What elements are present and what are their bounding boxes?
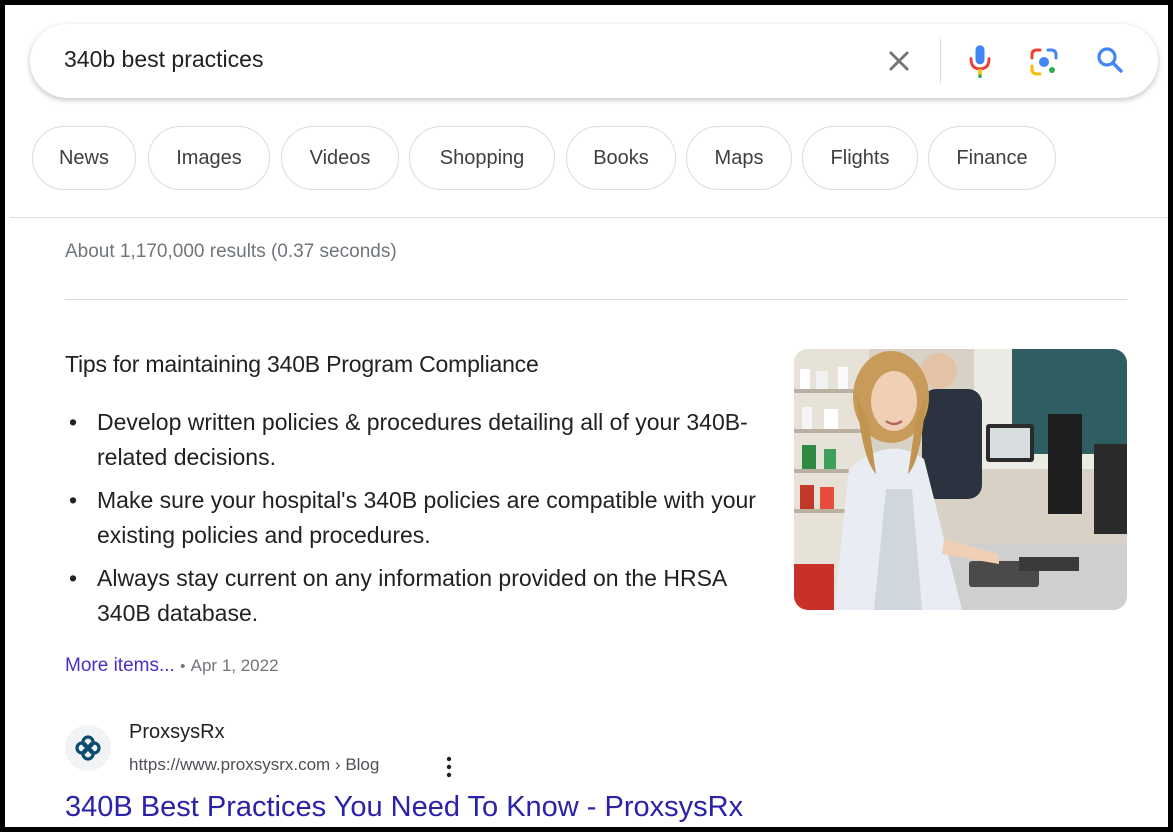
microphone-icon[interactable] [966, 43, 994, 79]
search-input[interactable]: 340b best practices [64, 46, 263, 73]
list-item: • Make sure your hospital's 340B policies… [65, 483, 765, 553]
bullet-text: Always stay current on any information p… [97, 565, 726, 626]
clear-icon[interactable] [885, 47, 913, 75]
featured-snippet-title: Tips for maintaining 340B Program Compli… [65, 351, 539, 377]
search-bar[interactable]: 340b best practices [30, 24, 1158, 98]
bullet-text: Develop written policies & procedures de… [97, 409, 748, 470]
tab-images[interactable]: Images [148, 126, 270, 190]
google-lens-icon[interactable] [1028, 46, 1060, 78]
list-item: • Develop written policies & procedures d… [65, 405, 765, 475]
tab-maps[interactable]: Maps [686, 126, 792, 190]
more-items-row: More items... • Apr 1, 2022 [65, 655, 279, 677]
stats-divider [65, 299, 1127, 300]
tab-shopping[interactable]: Shopping [409, 126, 555, 190]
tab-flights[interactable]: Flights [802, 126, 918, 190]
tab-finance[interactable]: Finance [928, 126, 1056, 190]
separator-dot: • [180, 658, 186, 675]
source-url[interactable]: https://www.proxsysrx.com › Blog [129, 755, 379, 775]
tab-books[interactable]: Books [566, 126, 676, 190]
header-divider [10, 217, 1168, 218]
results-stats: About 1,170,000 results (0.37 seconds) [65, 241, 397, 262]
result-title-link[interactable]: 340B Best Practices You Need To Know - P… [65, 791, 743, 824]
bullet-dot: • [69, 487, 78, 513]
bullet-dot: • [69, 409, 78, 435]
search-icon[interactable] [1094, 44, 1126, 76]
more-items-link[interactable]: More items... [65, 655, 175, 676]
list-item: • Always stay current on any information … [65, 561, 765, 631]
tab-videos[interactable]: Videos [281, 126, 399, 190]
search-divider [940, 39, 941, 83]
featured-snippet-list: • Develop written policies & procedures d… [65, 405, 765, 639]
tab-news[interactable]: News [32, 126, 136, 190]
bullet-dot: • [69, 565, 78, 591]
bullet-text: Make sure your hospital's 340B policies … [97, 487, 756, 548]
snippet-date: Apr 1, 2022 [190, 656, 279, 675]
source-site-name[interactable]: ProxsysRx [129, 721, 225, 744]
proxsysrx-logo-icon [65, 725, 111, 771]
pharmacist-photo[interactable] [794, 349, 1127, 610]
more-options-icon[interactable] [441, 755, 457, 779]
browser-frame: 340b best practices News Images Videos S… [0, 0, 1173, 832]
